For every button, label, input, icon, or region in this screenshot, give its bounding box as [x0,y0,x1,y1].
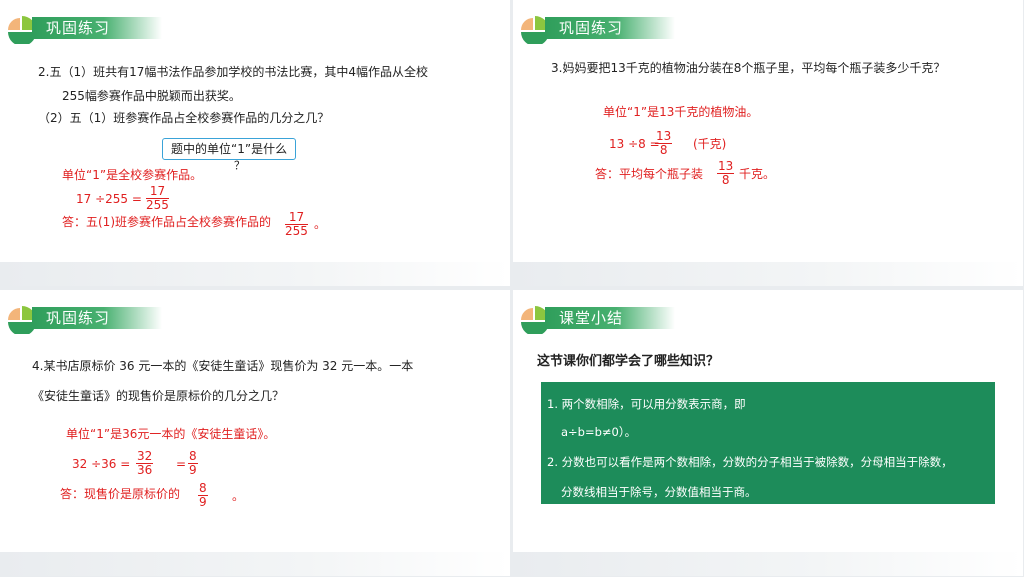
slide-1[interactable]: 巩固练习 2.五（1）班共有17幅书法作品参加学校的书法比赛，其中4幅作品从全校… [0,0,510,286]
hint-box: 题中的单位“1”是什么 [162,138,297,160]
answer-suffix: 。 [314,217,327,231]
answer-prefix: 答：平均每个瓶子装 [595,167,704,181]
fraction-denominator: 255 [146,198,169,212]
answer-fraction: 8 9 [198,482,208,509]
slide-footer [0,552,510,576]
slide-footer [513,262,1023,286]
question-line-3: （2）五（1）班参赛作品占全校参赛作品的几分之几？ [38,111,330,125]
question-line-1: 2.五（1）班共有17幅书法作品参加学校的书法比赛，其中4幅作品从全校 [38,65,428,79]
header-title: 巩固练习 [559,19,624,37]
unit-statement: 单位“1”是36元一本的《安徒生童话》。 [66,427,276,441]
equation-prefix: 32 ÷36 = [72,457,131,471]
answer-suffix: 。 [232,489,245,503]
equation-fraction-1: 32 36 [136,449,154,477]
slides-grid: 巩固练习 2.五（1）班共有17幅书法作品参加学校的书法比赛，其中4幅作品从全校… [0,0,1024,577]
section-header: 巩固练习 [517,12,697,44]
slide-3[interactable]: 巩固练习 4.某书店原标价 36 元一本的《安徒生童话》现售价为 32 元一本。… [0,290,510,576]
summary-point-2-cont: 分数线相当于除号，分数值相当于商。 [561,485,757,499]
answer-prefix: 答：现售价是原标价的 [60,487,181,501]
fraction-numerator: 32 [136,449,154,464]
answer-prefix: 答：五(1)班参赛作品占全校参赛作品的 [62,215,271,229]
header-title: 巩固练习 [46,19,111,37]
section-header: 巩固练习 [4,12,184,44]
hint-question-mark: ？ [234,159,245,172]
equation-prefix: 13 ÷8 = [609,137,660,151]
summary-point-2: 2. 分数也可以看作是两个数相除，分数的分子相当于被除数，分母相当于除数， [547,455,953,469]
question-line-2: 255幅参赛作品中脱颖而出获奖。 [62,89,241,103]
question-line-1: 4.某书店原标价 36 元一本的《安徒生童话》现售价为 32 元一本。一本 [32,359,414,373]
summary-point-1-formula: a÷b=b≠0）。 [561,425,637,439]
fraction-denominator: 255 [285,224,308,238]
slide-2[interactable]: 巩固练习 3.妈妈要把13千克的植物油分装在8个瓶子里，平均每个瓶子装多少千克？… [513,0,1023,286]
slide-4[interactable]: 课堂小结 这节课你们都学会了哪些知识？ 1. 两个数相除，可以用分数表示商，即 … [513,290,1023,576]
equation-prefix: 17 ÷255 = [76,192,142,206]
fraction-numerator: 17 [285,211,308,225]
fraction-denominator: 8 [721,173,730,187]
fraction-denominator: 9 [199,495,207,509]
fraction-numerator: 17 [146,185,169,199]
section-header: 课堂小结 [517,302,697,334]
summary-question: 这节课你们都学会了哪些知识？ [537,354,720,369]
fraction-denominator: 36 [137,463,153,477]
answer-fraction: 13 8 [717,159,735,187]
equation-equals: = [176,457,187,471]
fraction-denominator: 9 [189,463,197,477]
equation-unit: (千克) [693,137,727,151]
fraction-numerator: 13 [655,129,673,144]
equation-fraction-2: 8 9 [188,450,198,477]
unit-statement: 单位“1”是全校参赛作品。 [62,168,203,182]
question-line-2: 《安徒生童话》的现售价是原标价的几分之几？ [32,389,285,403]
fraction-numerator: 13 [717,159,735,174]
slide-footer [0,262,510,286]
fraction-denominator: 8 [659,143,668,157]
section-header: 巩固练习 [4,302,184,334]
slide-footer [513,552,1023,576]
equation-fraction: 17 255 [146,185,169,212]
fraction-numerator: 8 [198,481,208,496]
fraction-numerator: 8 [188,449,198,464]
summary-box: 1. 两个数相除，可以用分数表示商，即 a÷b=b≠0）。 2. 分数也可以看作… [541,382,995,504]
question-line-1: 3.妈妈要把13千克的植物油分装在8个瓶子里，平均每个瓶子装多少千克？ [551,61,946,75]
equation-fraction: 13 8 [655,129,673,157]
unit-statement: 单位“1”是13千克的植物油。 [603,105,759,119]
header-title: 巩固练习 [46,309,111,327]
summary-point-1: 1. 两个数相除，可以用分数表示商，即 [547,397,746,411]
answer-fraction: 17 255 [285,211,308,238]
answer-suffix: 千克。 [739,167,776,181]
header-title: 课堂小结 [559,309,624,327]
